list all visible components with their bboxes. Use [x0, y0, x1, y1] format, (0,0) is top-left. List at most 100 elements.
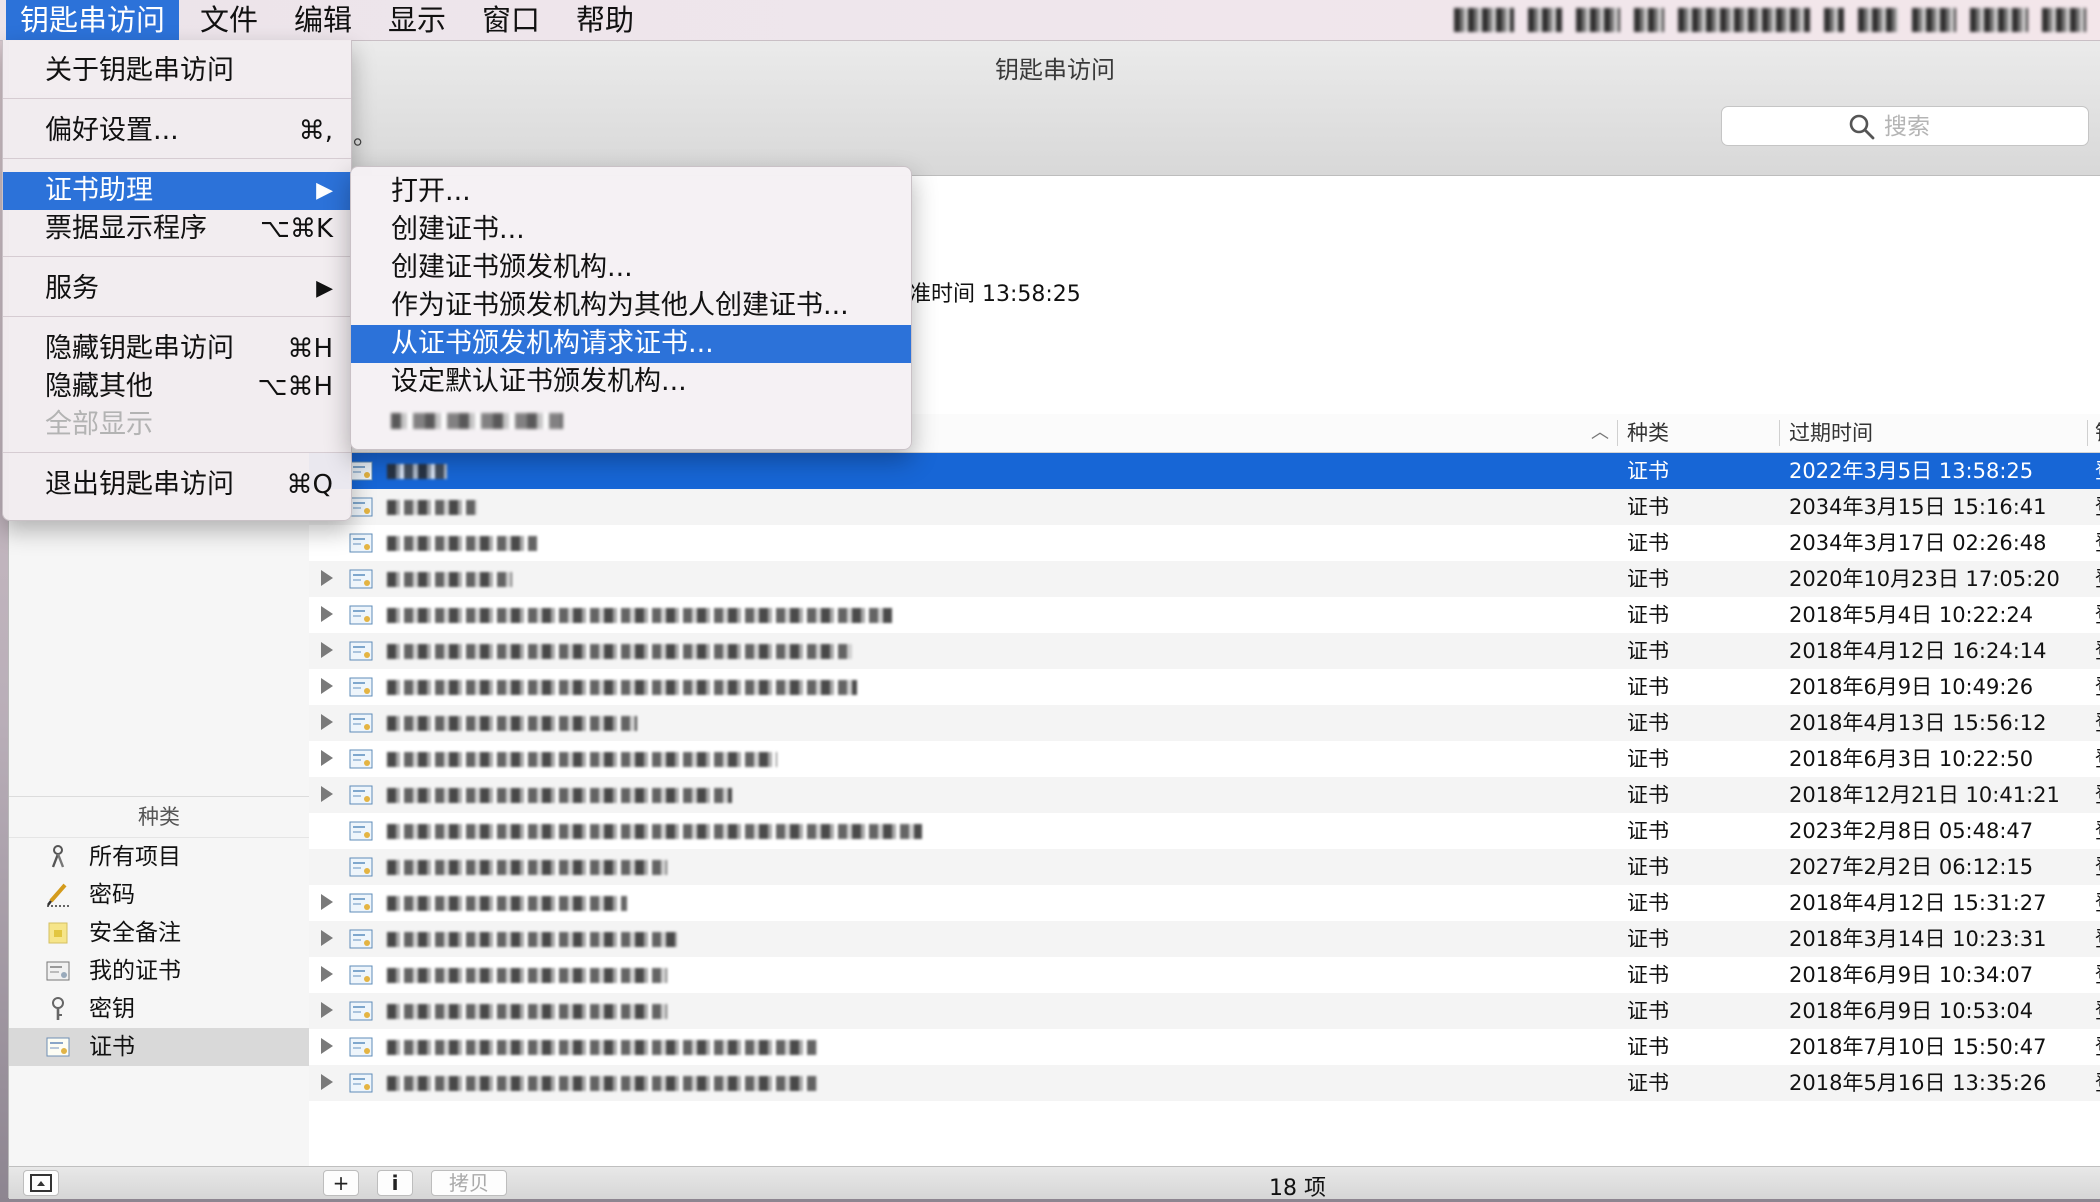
- search-input[interactable]: [1882, 111, 2076, 143]
- certificate-icon: [349, 641, 373, 661]
- submenu-item-request-from-ca[interactable]: 从证书颁发机构请求证书...: [351, 325, 911, 363]
- disclosure-triangle-icon[interactable]: [321, 1038, 333, 1054]
- toggle-sidebar-button[interactable]: [23, 1170, 59, 1196]
- cell-keychain: 登: [2095, 741, 2100, 777]
- table-row[interactable]: 证书 2018年4月12日 15:31:27 登: [309, 885, 2100, 921]
- cell-expires: 2034年3月17日 02:26:48: [1789, 531, 2047, 555]
- category-passwords[interactable]: 密码: [9, 876, 309, 914]
- category-keys[interactable]: 密钥: [9, 990, 309, 1028]
- submenu-item-label: 作为证书颁发机构为其他人创建证书...: [391, 290, 849, 321]
- disclosure-triangle-icon[interactable]: [321, 606, 333, 622]
- disclosure-triangle-icon[interactable]: [321, 570, 333, 586]
- category-all-items[interactable]: 所有项目: [9, 838, 309, 876]
- disclosure-triangle-icon[interactable]: [321, 1074, 333, 1090]
- table-row[interactable]: 证书 2018年6月3日 10:22:50 登: [309, 741, 2100, 777]
- menu-edit[interactable]: 编辑: [280, 0, 366, 40]
- submenu-item-open[interactable]: 打开...: [351, 173, 911, 211]
- disclosure-triangle-icon[interactable]: [321, 930, 333, 946]
- tray-icon[interactable]: [1970, 8, 2028, 32]
- submenu-item-create-ca[interactable]: 创建证书颁发机构...: [351, 249, 911, 287]
- table-row[interactable]: 证书 2027年2月2日 06:12:15 登: [309, 849, 2100, 885]
- certificate-icon: [349, 533, 373, 553]
- menu-item-certificate-assistant[interactable]: 证书助理 ▶: [3, 172, 351, 210]
- tray-icon[interactable]: [1528, 8, 1562, 32]
- table-row[interactable]: 证书 2023年2月8日 05:48:47 登: [309, 813, 2100, 849]
- menu-item-ticket-viewer[interactable]: 票据显示程序 ⌥⌘K: [3, 210, 351, 248]
- table-row[interactable]: 证书 2020年10月23日 17:05:20 登: [309, 561, 2100, 597]
- certificate-icon: [349, 677, 373, 697]
- column-divider: [1617, 420, 1618, 446]
- table-row[interactable]: 证书 2034年3月15日 15:16:41 登: [309, 489, 2100, 525]
- submenu-item-create-certificate[interactable]: 创建证书...: [351, 211, 911, 249]
- menu-item-quit[interactable]: 退出钥匙串访问 ⌘Q: [3, 466, 351, 504]
- menu-item-services[interactable]: 服务 ▶: [3, 270, 351, 308]
- table-row[interactable]: 证书 2018年6月9日 10:49:26 登: [309, 669, 2100, 705]
- redacted-certificate-name: [387, 500, 477, 515]
- menu-help[interactable]: 帮助: [562, 0, 648, 40]
- tray-icon[interactable]: [1454, 8, 1514, 32]
- redacted-certificate-name: [387, 1040, 817, 1055]
- disclosure-triangle-icon[interactable]: [321, 678, 333, 694]
- menu-separator: [3, 158, 351, 159]
- certificate-icon: [349, 1073, 373, 1093]
- tray-icon[interactable]: [1576, 8, 1620, 32]
- disclosure-triangle-icon[interactable]: [321, 642, 333, 658]
- menu-window[interactable]: 窗口: [468, 0, 554, 40]
- disclosure-triangle-icon[interactable]: [321, 750, 333, 766]
- menu-item-shortcut: ⌥⌘H: [257, 372, 333, 402]
- table-row[interactable]: 证书 2018年5月16日 13:35:26 登: [309, 1065, 2100, 1101]
- table-row[interactable]: 证书 2018年7月10日 15:50:47 登: [309, 1029, 2100, 1065]
- redacted-certificate-name: [387, 752, 777, 767]
- search-field[interactable]: [1721, 106, 2089, 146]
- category-secure-notes[interactable]: 安全备注: [9, 914, 309, 952]
- cell-keychain: 登: [2095, 1065, 2100, 1101]
- table-row[interactable]: 证书 2018年6月9日 10:34:07 登: [309, 957, 2100, 993]
- disclosure-triangle-icon[interactable]: [321, 894, 333, 910]
- menu-view[interactable]: 显示: [374, 0, 460, 40]
- table-row[interactable]: 证书 2018年4月13日 15:56:12 登: [309, 705, 2100, 741]
- submenu-item-set-default-ca[interactable]: 设定默认证书颁发机构...: [351, 363, 911, 401]
- certificate-icon: [349, 857, 373, 877]
- table-row[interactable]: 证书 2022年3月5日 13:58:25 登: [309, 453, 2100, 489]
- tray-icon[interactable]: [1824, 8, 1844, 32]
- table-row[interactable]: 证书 2018年4月12日 16:24:14 登: [309, 633, 2100, 669]
- category-certificates[interactable]: 证书: [9, 1028, 309, 1066]
- menu-file[interactable]: 文件: [186, 0, 272, 40]
- add-button[interactable]: +: [323, 1170, 359, 1196]
- menu-item-hide-app[interactable]: 隐藏钥匙串访问 ⌘H: [3, 330, 351, 368]
- info-button[interactable]: i: [377, 1170, 413, 1196]
- disclosure-triangle-icon[interactable]: [321, 1002, 333, 1018]
- tray-icon[interactable]: [1634, 8, 1664, 32]
- disclosure-triangle-icon[interactable]: [321, 714, 333, 730]
- submenu-item-redacted[interactable]: [351, 401, 911, 439]
- table-row[interactable]: 证书 2034年3月17日 02:26:48 登: [309, 525, 2100, 561]
- menu-separator: [3, 316, 351, 317]
- table-row[interactable]: 证书 2018年6月9日 10:53:04 登: [309, 993, 2100, 1029]
- table-row[interactable]: 证书 2018年3月14日 10:23:31 登: [309, 921, 2100, 957]
- cell-expires: 2018年6月9日 10:53:04: [1789, 999, 2034, 1023]
- key-icon: [52, 997, 64, 1020]
- column-header-kind[interactable]: 种类: [1627, 414, 1669, 452]
- menu-item-hide-others[interactable]: 隐藏其他 ⌥⌘H: [3, 368, 351, 406]
- column-header-expires[interactable]: 过期时间: [1789, 414, 1873, 452]
- submenu-item-create-cert-for-others[interactable]: 作为证书颁发机构为其他人创建证书...: [351, 287, 911, 325]
- redacted-certificate-name: [387, 860, 667, 875]
- table-row[interactable]: 证书 2018年5月4日 10:22:24 登: [309, 597, 2100, 633]
- disclosure-triangle-icon[interactable]: [321, 966, 333, 982]
- menu-item-label: 服务: [45, 273, 99, 304]
- tray-icon[interactable]: [1858, 8, 1898, 32]
- column-header-keychain[interactable]: 钥: [2095, 414, 2100, 452]
- sort-ascending-icon[interactable]: ︿: [1591, 414, 1609, 452]
- tray-icon[interactable]: [1678, 8, 1810, 32]
- redacted-certificate-name: [387, 788, 732, 803]
- copy-button[interactable]: 拷贝: [431, 1170, 507, 1196]
- menu-app-keychain[interactable]: 钥匙串访问: [6, 0, 180, 40]
- menu-item-about[interactable]: 关于钥匙串访问: [3, 52, 351, 90]
- table-row[interactable]: 证书 2018年12月21日 10:41:21 登: [309, 777, 2100, 813]
- tray-icon[interactable]: [2042, 8, 2086, 32]
- tray-icon[interactable]: [1912, 8, 1956, 32]
- disclosure-triangle-icon[interactable]: [321, 786, 333, 802]
- menu-item-shortcut: ⌘Q: [286, 470, 333, 500]
- menu-item-preferences[interactable]: 偏好设置... ⌘,: [3, 112, 351, 150]
- category-my-certificates[interactable]: 我的证书: [9, 952, 309, 990]
